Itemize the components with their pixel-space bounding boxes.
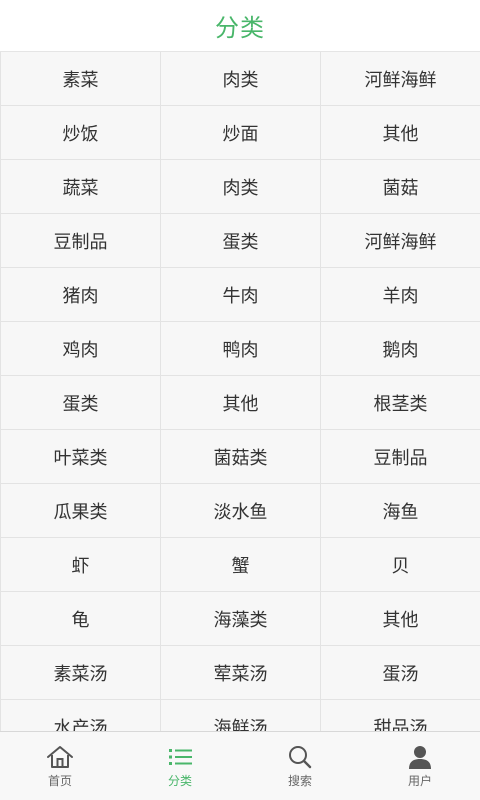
category-item[interactable]: 其他	[321, 592, 480, 646]
category-item[interactable]: 海鱼	[321, 484, 480, 538]
category-item[interactable]: 羊肉	[321, 268, 480, 322]
category-item[interactable]: 菌菇类	[161, 430, 321, 484]
app-root: 分类 素菜 肉类 河鲜海鲜 炒饭 炒面 其他 蔬菜 肉类 菌菇 豆制品 蛋类 河鲜海鲜 猪肉 牛肉 羊肉 鸡肉…	[0, 0, 480, 800]
tab-user[interactable]: 用户	[360, 732, 480, 800]
tab-home[interactable]: 首页	[0, 732, 120, 800]
category-item[interactable]: 蛋类	[1, 376, 161, 430]
tab-search-label: 搜索	[287, 774, 312, 788]
search-icon	[289, 746, 312, 769]
tab-category-label: 分类	[167, 774, 192, 788]
category-item[interactable]: 龟	[1, 592, 161, 646]
category-item[interactable]: 炒面	[161, 106, 321, 160]
category-item[interactable]: 海藻类	[161, 592, 321, 646]
tab-category[interactable]: 分类	[120, 732, 240, 800]
category-item[interactable]: 叶菜类	[1, 430, 161, 484]
category-item[interactable]: 淡水鱼	[161, 484, 321, 538]
list-icon	[169, 749, 192, 765]
page-title: 分类	[215, 14, 265, 42]
category-item[interactable]: 河鲜海鲜	[321, 52, 480, 106]
category-item[interactable]: 鸭肉	[161, 322, 321, 376]
category-item[interactable]: 蟹	[161, 538, 321, 592]
category-grid-scroll[interactable]: 素菜 肉类 河鲜海鲜 炒饭 炒面 其他 蔬菜 肉类 菌菇 豆制品 蛋类 河鲜海鲜 猪肉 牛肉 羊肉 鸡肉 鸭肉鹅…	[0, 52, 480, 731]
category-grid: 素菜 肉类 河鲜海鲜 炒饭 炒面 其他 蔬菜 肉类 菌菇 豆制品 蛋类 河鲜海鲜 猪肉 牛肉 羊肉 鸡肉 鸭肉鹅…	[0, 52, 480, 731]
category-item[interactable]: 肉类	[161, 160, 321, 214]
category-item[interactable]: 猪肉	[1, 268, 161, 322]
category-item[interactable]: 虾	[1, 538, 161, 592]
tab-search[interactable]: 搜索	[240, 732, 360, 800]
category-item[interactable]: 蛋类	[161, 214, 321, 268]
category-item[interactable]: 贝	[321, 538, 480, 592]
tab-user-label: 用户	[407, 774, 432, 788]
top-bar: 分类	[0, 0, 480, 52]
category-item[interactable]: 鹅肉	[321, 322, 480, 376]
category-item[interactable]: 肉类	[161, 52, 321, 106]
user-icon	[409, 746, 431, 769]
category-item[interactable]: 荤菜汤	[161, 646, 321, 700]
category-item[interactable]: 甜品汤	[321, 700, 480, 731]
category-item[interactable]: 蛋汤	[321, 646, 480, 700]
category-item[interactable]: 海鲜汤	[161, 700, 321, 731]
category-item[interactable]: 河鲜海鲜	[321, 214, 480, 268]
category-item[interactable]: 炒饭	[1, 106, 161, 160]
bottom-tab-bar: 首页 分类 搜索 用户	[0, 731, 480, 800]
category-item[interactable]: 素菜汤	[1, 646, 161, 700]
home-icon	[47, 746, 73, 768]
category-item[interactable]: 豆制品	[321, 430, 480, 484]
category-item[interactable]: 菌菇	[321, 160, 480, 214]
tab-home-label: 首页	[47, 774, 72, 788]
category-item[interactable]: 根茎类	[321, 376, 480, 430]
category-item[interactable]: 瓜果类	[1, 484, 161, 538]
category-item[interactable]: 蔬菜	[1, 160, 161, 214]
category-item[interactable]: 豆制品	[1, 214, 161, 268]
category-item[interactable]: 素菜	[1, 52, 161, 106]
category-item[interactable]: 牛肉	[161, 268, 321, 322]
category-item[interactable]: 鸡肉	[1, 322, 161, 376]
category-item[interactable]: 其他	[321, 106, 480, 160]
category-item[interactable]: 其他	[161, 376, 321, 430]
category-item[interactable]: 水产汤	[1, 700, 161, 731]
